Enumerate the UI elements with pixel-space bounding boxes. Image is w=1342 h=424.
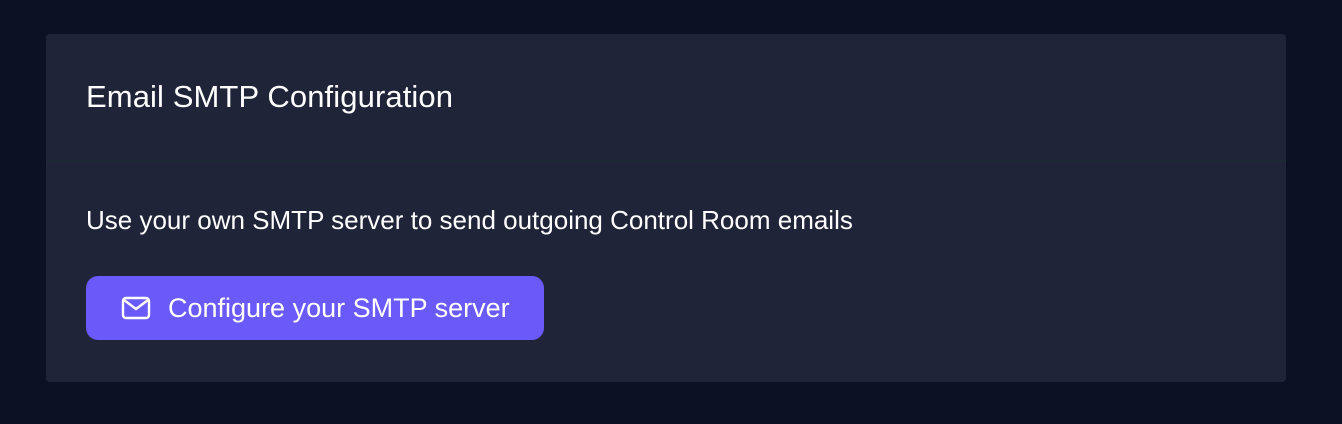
card-title: Email SMTP Configuration xyxy=(86,79,454,114)
card-description: Use your own SMTP server to send outgoin… xyxy=(86,205,853,235)
card-header: Email SMTP Configuration xyxy=(46,34,1286,162)
mail-icon xyxy=(120,292,152,324)
configure-smtp-server-button[interactable]: Configure your SMTP server xyxy=(86,276,544,340)
configure-smtp-server-label: Configure your SMTP server xyxy=(168,292,510,323)
smtp-configuration-card: Email SMTP Configuration Use your own SM… xyxy=(46,34,1286,382)
card-body: Use your own SMTP server to send outgoin… xyxy=(46,202,1286,340)
